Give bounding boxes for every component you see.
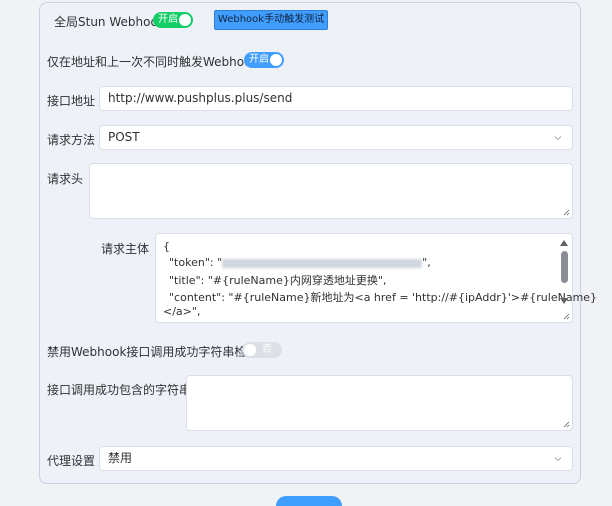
- save-button[interactable]: [276, 496, 342, 506]
- success-string-textarea[interactable]: [186, 375, 573, 431]
- switch-knob: [270, 54, 282, 66]
- body-line: {: [163, 240, 170, 253]
- proxy-select[interactable]: 禁用: [99, 446, 573, 471]
- method-value: POST: [108, 130, 140, 144]
- body-line: </a>",: [163, 305, 201, 318]
- switch-knob: [179, 14, 191, 26]
- chevron-down-icon: [554, 135, 562, 140]
- scrollbar-thumb[interactable]: [561, 251, 568, 283]
- only-diff-switch-text: 开启: [249, 54, 269, 65]
- body-label: 请求主体: [101, 242, 150, 256]
- body-token-end: ",: [422, 256, 431, 269]
- global-stun-switch[interactable]: 开启: [153, 12, 193, 28]
- method-label: 请求方法: [47, 133, 96, 147]
- method-select[interactable]: POST: [99, 125, 573, 150]
- scroll-up-icon[interactable]: [560, 240, 568, 246]
- chevron-down-icon: [554, 456, 562, 461]
- body-line: "token": " ",: [169, 256, 431, 269]
- body-line: "content": "#{ruleName}新地址为<a href = 'ht…: [169, 291, 598, 304]
- scroll-down-icon[interactable]: [560, 298, 568, 304]
- headers-label: 请求头: [47, 172, 84, 186]
- redacted-token: [222, 258, 423, 268]
- resize-handle-icon[interactable]: [563, 209, 570, 216]
- resize-handle-icon[interactable]: [563, 421, 570, 428]
- switch-knob: [244, 344, 256, 356]
- webhook-test-button[interactable]: Webhook手动触发测试: [214, 10, 328, 30]
- disable-check-switch-text: 否: [262, 344, 272, 355]
- only-diff-switch[interactable]: 开启: [244, 52, 284, 68]
- disable-check-switch[interactable]: 否: [242, 342, 282, 358]
- success-string-label: 接口调用成功包含的字符串: [47, 383, 192, 397]
- api-url-input[interactable]: http://www.pushplus.plus/send: [99, 86, 573, 111]
- body-textarea[interactable]: { "token": " ", "title": "#{ruleName}内网穿透…: [155, 233, 597, 323]
- only-diff-label: 仅在地址和上一次不同时触发Webhook: [47, 55, 259, 69]
- global-stun-switch-text: 开启: [158, 14, 178, 25]
- resize-handle-icon[interactable]: [563, 313, 570, 320]
- proxy-value: 禁用: [108, 451, 133, 465]
- disable-check-label: 禁用Webhook接口调用成功字符串检测: [47, 345, 259, 359]
- proxy-label: 代理设置: [47, 454, 96, 468]
- body-line: "title": "#{ruleName}内网穿透地址更换",: [169, 274, 387, 287]
- api-url-value: http://www.pushplus.plus/send: [108, 91, 293, 105]
- headers-textarea[interactable]: [89, 163, 573, 219]
- global-stun-label: 全局Stun Webhook: [54, 15, 165, 29]
- body-token-key: "token": ": [169, 256, 223, 269]
- api-url-label: 接口地址: [47, 94, 96, 108]
